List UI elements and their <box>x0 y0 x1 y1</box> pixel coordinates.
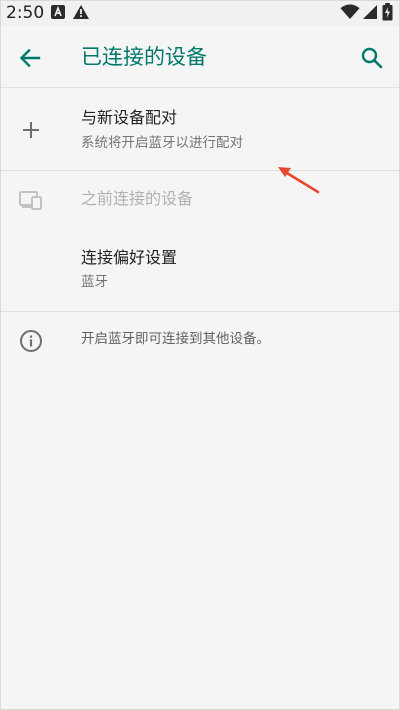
previously-connected-title: 之前连接的设备 <box>81 189 194 208</box>
app-bar: 已连接的设备 <box>0 26 400 88</box>
battery-icon <box>382 3 393 25</box>
connection-preferences-title: 连接偏好设置 <box>81 248 178 267</box>
status-bar: 2:50 <box>0 0 400 26</box>
a-badge-icon <box>50 4 66 24</box>
warning-icon <box>72 4 90 24</box>
pair-new-device-subtitle: 系统将开启蓝牙以进行配对 <box>81 135 243 151</box>
back-button[interactable] <box>16 44 44 72</box>
previously-connected-row: 之前连接的设备 <box>0 171 400 229</box>
devices-icon <box>18 187 44 213</box>
pair-new-device-row[interactable]: 与新设备配对 系统将开启蓝牙以进行配对 <box>0 88 400 170</box>
info-footer: 开启蓝牙即可连接到其他设备。 <box>0 312 400 370</box>
page-title: 已连接的设备 <box>81 45 207 69</box>
info-text: 开启蓝牙即可连接到其他设备。 <box>81 331 270 347</box>
connection-preferences-subtitle: 蓝牙 <box>81 274 108 290</box>
arrow-back-icon <box>19 48 41 68</box>
search-icon <box>361 47 383 69</box>
search-button[interactable] <box>358 44 386 72</box>
red-arrow-icon <box>270 160 330 200</box>
status-time: 2:50 <box>6 3 45 23</box>
info-icon <box>18 328 44 354</box>
connection-preferences-row[interactable]: 连接偏好设置 蓝牙 <box>0 229 400 311</box>
plus-icon <box>18 117 44 143</box>
wifi-icon <box>340 4 360 24</box>
signal-icon <box>362 4 378 24</box>
pair-new-device-title: 与新设备配对 <box>81 108 178 127</box>
